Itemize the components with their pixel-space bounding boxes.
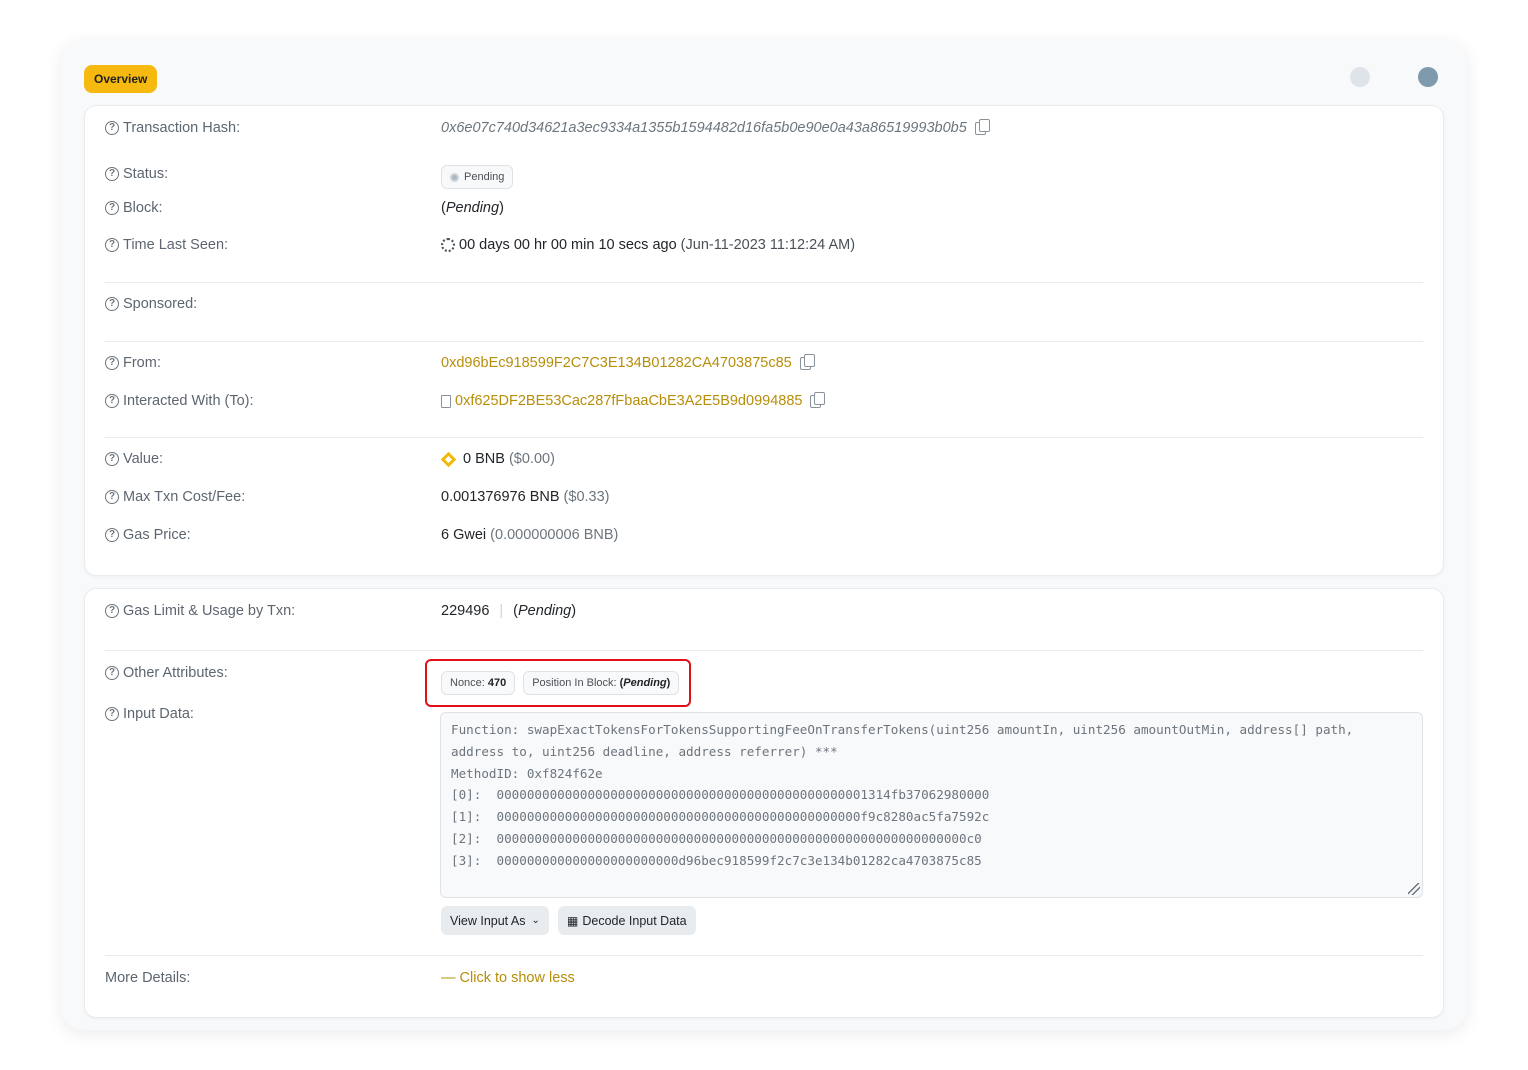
divider <box>105 955 1423 956</box>
chevron-down-icon: ⌄ <box>531 915 540 926</box>
decode-input-data-button[interactable]: ▦ Decode Input Data <box>558 906 696 935</box>
help-icon[interactable]: ? <box>105 528 119 542</box>
highlight-box <box>425 659 691 707</box>
help-icon[interactable]: ? <box>105 707 119 721</box>
input-data-textarea[interactable]: Function: swapExactTokensForTokensSuppor… <box>440 712 1423 898</box>
spinner-icon <box>441 238 455 252</box>
input-line: [2]: 00000000000000000000000000000000000… <box>451 830 982 846</box>
options-dot-icon[interactable] <box>1418 67 1438 87</box>
tx-hash-value: 0x6e07c740d34621a3ec9334a1355b1594482d16… <box>441 120 967 136</box>
input-line: Function: swapExactTokensForTokensSuppor… <box>451 722 1354 737</box>
help-icon[interactable]: ? <box>105 356 119 370</box>
status-badge: Pending <box>441 165 514 189</box>
input-line: address to, uint256 deadline, address re… <box>451 743 838 759</box>
input-line: [0]: 00000000000000000000000000000000000… <box>451 787 990 803</box>
help-icon[interactable]: ? <box>105 121 119 135</box>
copy-icon[interactable] <box>810 391 826 408</box>
resize-handle-icon[interactable] <box>1408 883 1420 895</box>
divider <box>105 437 1423 438</box>
help-icon[interactable]: ? <box>105 167 119 181</box>
input-line: [1]: 00000000000000000000000000000000000… <box>451 809 990 825</box>
view-input-as-button[interactable]: View Input As ⌄ <box>441 906 549 935</box>
help-icon[interactable]: ? <box>105 666 119 680</box>
input-line: [3]: 000000000000000000000000d96bec91859… <box>451 852 982 868</box>
help-icon[interactable]: ? <box>105 201 119 215</box>
block-value: Pending <box>445 200 500 216</box>
menu-dot-icon[interactable] <box>1350 67 1370 87</box>
cubes-icon: ▦ <box>567 913 579 928</box>
tab-overview[interactable]: Overview <box>84 65 158 93</box>
copy-icon[interactable] <box>974 118 990 135</box>
help-icon[interactable]: ? <box>105 297 119 311</box>
to-address-link[interactable]: 0xf625DF2BE53Cac287fFbaaCbE3A2E5B9d09948… <box>455 393 802 409</box>
help-icon[interactable]: ? <box>105 394 119 408</box>
help-icon[interactable]: ? <box>105 490 119 504</box>
show-less-link[interactable]: — Click to show less <box>441 970 575 986</box>
pending-dot-icon <box>450 172 459 182</box>
copy-icon[interactable] <box>799 353 815 370</box>
help-icon[interactable]: ? <box>105 238 119 252</box>
input-line: MethodID: 0xf824f62e <box>451 765 603 781</box>
help-icon[interactable]: ? <box>105 604 119 618</box>
help-icon[interactable]: ? <box>105 452 119 466</box>
divider <box>105 341 1423 342</box>
divider <box>105 282 1423 283</box>
divider <box>105 650 1423 651</box>
contract-file-icon <box>441 394 451 408</box>
bnb-icon <box>440 451 457 467</box>
transaction-overview-card: ? Transaction Hash: 0x6e07c740d34621a3ec9… <box>84 105 1444 576</box>
from-address-link[interactable]: 0xd96bEc918599F2C7C3E134B01282CA4703875c… <box>441 355 792 371</box>
